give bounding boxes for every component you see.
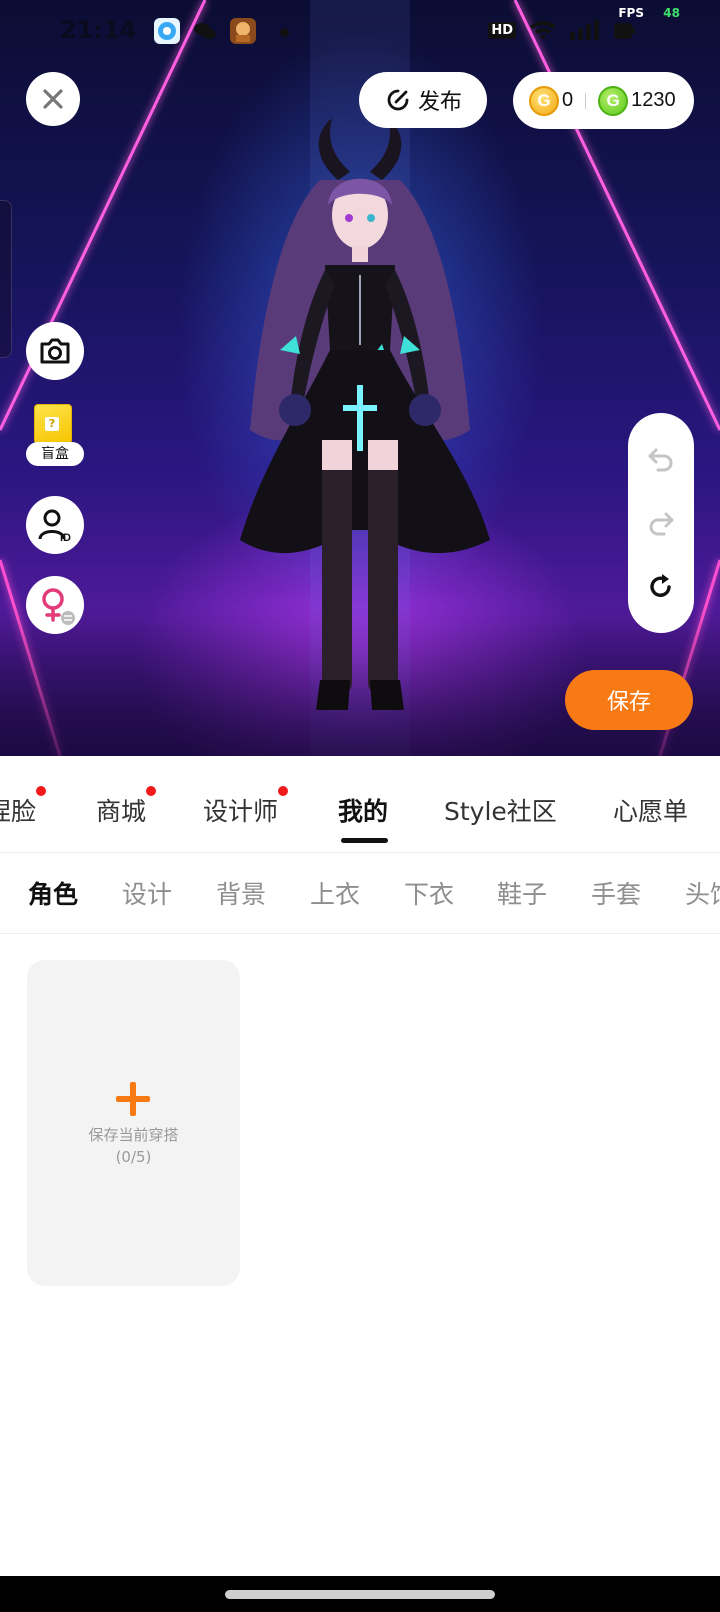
avatar-id-button[interactable]: ID [26,496,84,554]
subtab-bottoms[interactable]: 下衣 [404,875,454,911]
user-id-icon: ID [38,509,71,543]
green-coin-icon: G [598,85,629,116]
camera-icon [40,338,70,364]
game-app-icon [230,18,256,44]
camera-button[interactable] [26,322,84,380]
category-tab-bar: 角色 设计 背景 上衣 下衣 鞋子 手套 头饰 [0,853,720,933]
home-gesture-handle[interactable] [225,1590,495,1599]
subtab-shoes[interactable]: 鞋子 [497,875,547,911]
avatar-character[interactable] [220,110,500,720]
subtab-character[interactable]: 角色 [28,875,78,911]
svg-text:ID: ID [60,532,71,543]
subtab-background[interactable]: 背景 [216,875,266,911]
redo-button[interactable] [641,503,681,543]
system-nav-bar [0,1576,720,1612]
edit-history-panel [628,413,694,633]
subtab-tops[interactable]: 上衣 [310,875,360,911]
gold-coin-balance: 0 [562,89,574,111]
green-coin-balance: 1230 [631,89,676,111]
tab-notification-dot [278,786,289,796]
tab-mall[interactable]: 商城 [96,786,157,828]
tab-designer[interactable]: 设计师 [203,786,289,828]
save-outfit-label: 保存当前穿搭 [88,1126,179,1144]
undo-button[interactable] [641,439,681,479]
tab-wishlist[interactable]: 心愿单 [613,792,688,828]
hd-badge: HD [488,22,516,39]
fps-label: FPS [618,6,644,20]
tab-notification-dot [36,786,47,796]
subtab-headwear[interactable]: 头饰 [685,875,720,911]
category-divider [0,933,720,934]
blind-box-button[interactable]: ? 盲盒 [26,404,84,474]
battery-icon [612,20,636,46]
tab-notification-dot [146,786,157,796]
side-drawer-handle[interactable] [0,200,12,358]
tab-face[interactable]: 捏脸 [0,786,47,828]
redo-icon [649,512,674,536]
signal-icon [568,18,602,46]
publish-label: 发布 [417,90,462,115]
main-tab-bar: 捏脸 商城 设计师 我的 Style社区 心愿单 [0,756,720,852]
close-button[interactable] [26,72,80,126]
blind-box-icon: ? [34,404,72,444]
publish-icon [387,89,409,111]
blind-box-label: 盲盒 [26,442,84,466]
wifi-icon [528,18,558,46]
reset-button[interactable] [641,567,681,607]
browser-app-icon [154,18,180,44]
publish-button[interactable]: 发布 [359,72,487,128]
gender-switch-button[interactable] [26,576,84,634]
close-icon [43,89,63,109]
outfit-slot-count: (0/5) [115,1148,152,1166]
status-bar: 21:14 HD FPS 48 [0,0,720,64]
save-button[interactable]: 保存 [565,670,693,730]
wechat-app-icon [192,18,218,44]
fps-value: 48 [663,6,680,20]
save-outfit-card[interactable]: 保存当前穿搭 (0/5) [27,960,240,1286]
plus-icon [116,1082,150,1116]
active-tab-indicator [341,838,388,843]
status-dot [280,28,289,37]
reset-icon [650,574,671,597]
subtab-gloves[interactable]: 手套 [591,875,641,911]
female-icon [42,588,75,625]
currency-divider [585,92,587,109]
tab-mine[interactable]: 我的 [338,792,388,828]
currency-balance[interactable]: G 0 G 1230 [513,72,694,129]
gold-coin-icon: G [529,85,559,116]
status-time: 21:14 [60,16,137,44]
undo-icon [648,448,673,472]
tab-style-community[interactable]: Style社区 [444,792,557,828]
subtab-design[interactable]: 设计 [122,875,172,911]
